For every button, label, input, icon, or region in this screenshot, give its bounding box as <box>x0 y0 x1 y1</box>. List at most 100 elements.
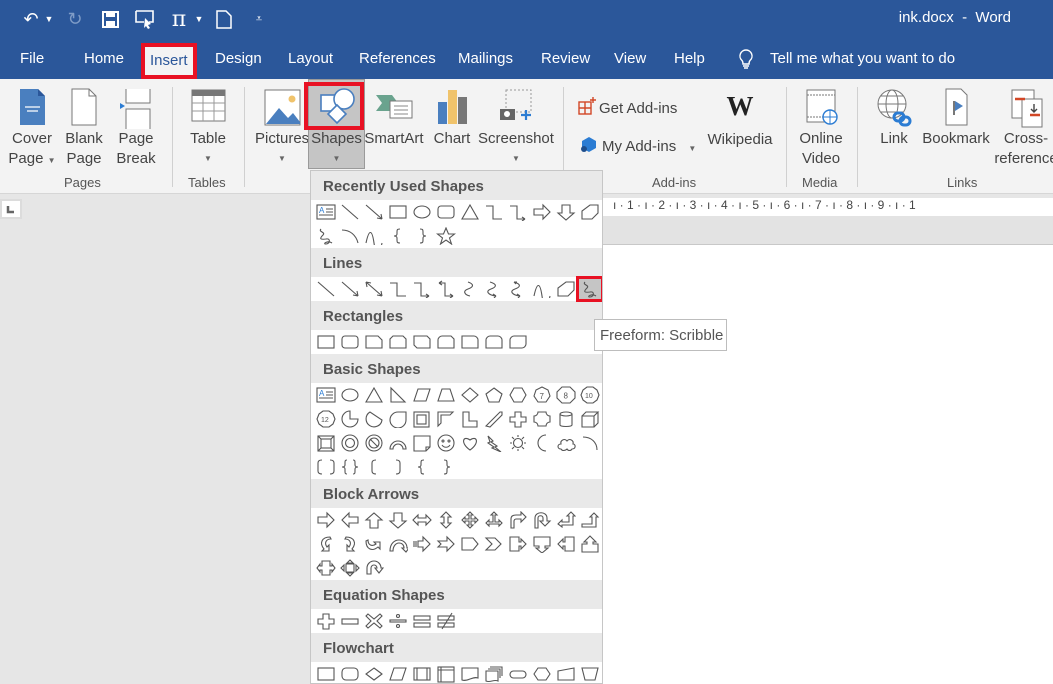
shape-bent-arrow-icon[interactable] <box>506 509 530 531</box>
shape-cylinder-icon[interactable] <box>554 408 578 430</box>
shape-right-brace-icon[interactable] <box>434 456 458 478</box>
shape-line-arrow-icon[interactable] <box>338 278 362 300</box>
shape-left-right-arrow-callout-icon[interactable] <box>314 557 338 579</box>
tab-home[interactable]: Home <box>84 50 124 67</box>
tab-view[interactable]: View <box>614 50 646 67</box>
shape-star-icon[interactable] <box>434 225 458 247</box>
shape-frame-icon[interactable] <box>410 408 434 430</box>
shape-up-arrow-callout-icon[interactable] <box>578 533 602 555</box>
shape-freeform-scribble-icon[interactable] <box>576 276 602 302</box>
shape-flowchart-terminator-icon[interactable] <box>506 663 530 683</box>
shape-freeform-shape-icon[interactable] <box>578 201 602 223</box>
shape-division-sign-icon[interactable] <box>386 610 410 632</box>
shape-curve-icon[interactable] <box>530 278 554 300</box>
shape-left-arrow-callout-icon[interactable] <box>554 533 578 555</box>
shape-elbow-connector-icon[interactable] <box>386 278 410 300</box>
shape-snip-diagonal-corner-rectangle-icon[interactable] <box>410 331 434 353</box>
shape-chord-icon[interactable] <box>362 408 386 430</box>
shape-curve-icon[interactable] <box>362 225 386 247</box>
tab-references[interactable]: References <box>359 50 436 67</box>
shape-isosceles-triangle-icon[interactable] <box>362 384 386 406</box>
shape-half-frame-icon[interactable] <box>434 408 458 430</box>
shape-heart-icon[interactable] <box>458 432 482 454</box>
shape-decagon-icon[interactable]: 10 <box>578 384 602 406</box>
shape-snip-round-rectangle-icon[interactable] <box>434 331 458 353</box>
shape-line-double-arrow-icon[interactable] <box>362 278 386 300</box>
shape-octagon-icon[interactable]: 8 <box>554 384 578 406</box>
shape-right-arrow-callout-icon[interactable] <box>506 533 530 555</box>
shape-circular-arrow-icon[interactable] <box>362 557 386 579</box>
shape-curved-down-arrow-icon[interactable] <box>386 533 410 555</box>
shape-up-down-arrow-icon[interactable] <box>434 509 458 531</box>
shape-rounded-rectangle-icon[interactable] <box>338 331 362 353</box>
shape-text-box-icon[interactable]: A <box>314 201 338 223</box>
shape-chevron-arrow-icon[interactable] <box>482 533 506 555</box>
shape-oval-icon[interactable] <box>410 201 434 223</box>
shape-block-arc-icon[interactable] <box>386 432 410 454</box>
shape-right-bracket-icon[interactable] <box>386 456 410 478</box>
shape-flowchart-process-icon[interactable] <box>314 663 338 683</box>
cover-page-button[interactable]: Cover Page ▼ <box>6 87 58 171</box>
redo-icon[interactable]: ↻ <box>62 8 88 30</box>
shape-rectangle-icon[interactable] <box>314 331 338 353</box>
tab-selector[interactable] <box>0 199 22 219</box>
shape-curved-arrow-connector-icon[interactable] <box>482 278 506 300</box>
shape-left-brace-icon[interactable] <box>410 456 434 478</box>
equation-dropdown-icon[interactable]: ▼ <box>194 8 204 30</box>
shape-left-brace-icon[interactable] <box>386 225 410 247</box>
shape-left-arrow-icon[interactable] <box>338 509 362 531</box>
shape-bent-up-arrow-icon[interactable] <box>578 509 602 531</box>
tab-insert[interactable]: Insert <box>141 43 197 79</box>
shape-oval-icon[interactable] <box>338 384 362 406</box>
shape-up-arrow-icon[interactable] <box>362 509 386 531</box>
shape-round-same-side-corner-rectangle-icon[interactable] <box>482 331 506 353</box>
shape-snip-single-corner-rectangle-icon[interactable] <box>362 331 386 353</box>
shape-freeform-scribble-icon[interactable] <box>314 225 338 247</box>
shape-line-arrow-icon[interactable] <box>362 201 386 223</box>
touch-mode-icon[interactable] <box>132 8 158 30</box>
shape-sun-icon[interactable] <box>506 432 530 454</box>
shape-flowchart-manual-operation-icon[interactable] <box>578 663 602 683</box>
shape-quad-arrow-callout-icon[interactable] <box>338 557 362 579</box>
bookmark-button[interactable]: Bookmark <box>920 87 992 149</box>
shape-heptagon-icon[interactable]: 7 <box>530 384 554 406</box>
shape-right-arrow-icon[interactable] <box>530 201 554 223</box>
smartart-button[interactable]: SmartArt <box>364 87 424 149</box>
shape-arc-icon[interactable] <box>578 432 602 454</box>
shape-pentagon-icon[interactable] <box>482 384 506 406</box>
shape-diamond-icon[interactable] <box>458 384 482 406</box>
link-button[interactable]: Link <box>872 87 916 149</box>
online-video-button[interactable]: Online Video <box>795 87 847 169</box>
shape-dodecagon-icon[interactable]: 12 <box>314 408 338 430</box>
shape-right-triangle-icon[interactable] <box>386 384 410 406</box>
shape-folded-corner-icon[interactable] <box>410 432 434 454</box>
shape-bevel-icon[interactable] <box>314 432 338 454</box>
screenshot-button[interactable]: Screenshot ▼ <box>478 87 554 169</box>
shape-lightning-bolt-icon[interactable] <box>482 432 506 454</box>
shape-rectangle-icon[interactable] <box>386 201 410 223</box>
shape-elbow-arrow-connector-icon[interactable] <box>506 201 530 223</box>
shape-arc-icon[interactable] <box>338 225 362 247</box>
shape-donut-icon[interactable] <box>338 432 362 454</box>
wikipedia-button[interactable]: W Wikipedia <box>705 91 775 150</box>
shape-moon-icon[interactable] <box>530 432 554 454</box>
shape-left-bracket-icon[interactable] <box>362 456 386 478</box>
tab-help[interactable]: Help <box>674 50 705 67</box>
tab-mailings[interactable]: Mailings <box>458 50 513 67</box>
shape-flowchart-predefined-process-icon[interactable] <box>410 663 434 683</box>
shape-striped-right-arrow-icon[interactable] <box>410 533 434 555</box>
tab-layout[interactable]: Layout <box>288 50 333 67</box>
shape-trapezoid-icon[interactable] <box>434 384 458 406</box>
shape-smiley-face-icon[interactable] <box>434 432 458 454</box>
horizontal-ruler[interactable]: ı · 1 · ı · 2 · ı · 3 · ı · 4 · ı · 5 · … <box>603 198 1053 216</box>
my-addins-button[interactable]: My Add-ins ▼ <box>580 135 696 159</box>
shape-flowchart-document-icon[interactable] <box>458 663 482 683</box>
shape-down-arrow-callout-icon[interactable] <box>530 533 554 555</box>
tab-design[interactable]: Design <box>215 50 262 67</box>
new-document-icon[interactable] <box>212 8 236 30</box>
table-button[interactable]: Table ▼ <box>186 87 230 169</box>
shape-right-arrow-icon[interactable] <box>314 509 338 531</box>
save-icon[interactable] <box>97 8 123 30</box>
tab-review[interactable]: Review <box>541 50 590 67</box>
get-addins-button[interactable]: Get Add-ins <box>577 96 677 122</box>
